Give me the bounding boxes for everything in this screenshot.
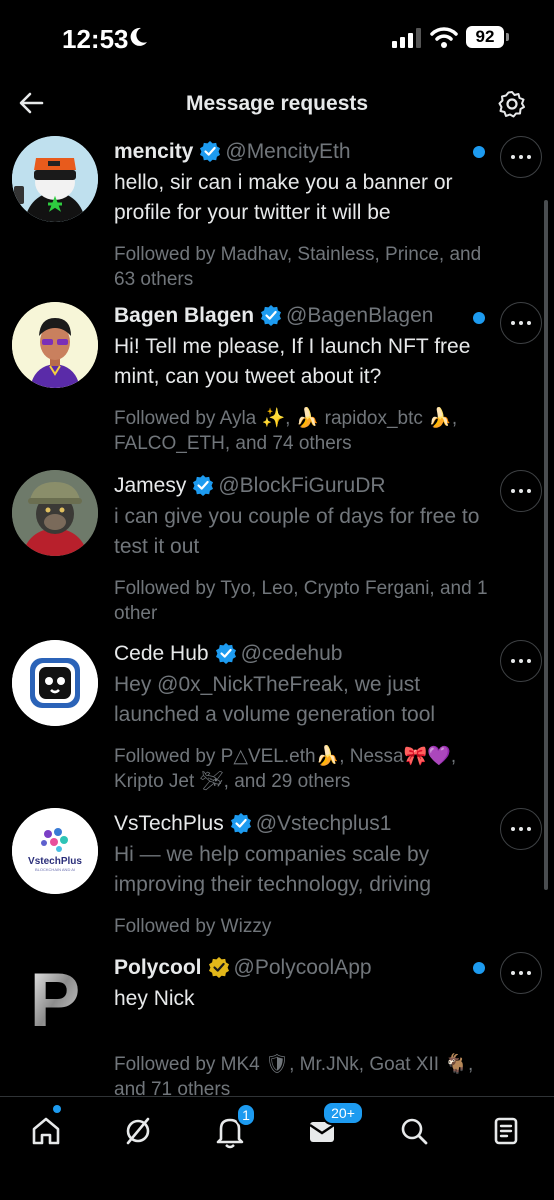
verified-badge-icon (193, 475, 214, 496)
avatar[interactable]: VstechPlus BLOCKCHAIN AND AI (12, 808, 98, 894)
battery-indicator: 92 (466, 26, 509, 48)
more-options-button[interactable] (500, 302, 542, 344)
unread-dot (473, 962, 485, 974)
moon-icon (130, 27, 147, 46)
more-options-button[interactable] (500, 640, 542, 682)
avatar-image (12, 640, 98, 726)
gear-icon[interactable] (498, 90, 526, 118)
unread-dot (473, 146, 485, 158)
message-preview: Hey @0x_NickTheFreak, we just launched a… (114, 673, 436, 726)
display-name: Bagen Blagen (114, 304, 255, 327)
more-options-button[interactable] (500, 470, 542, 512)
display-name: mencity (114, 140, 194, 163)
more-options-button[interactable] (500, 952, 542, 994)
display-name: VsTechPlus (114, 812, 224, 835)
avatar[interactable] (12, 136, 98, 222)
followed-by: Followed by Ayla ✨, 🍌 rapidox_btc 🍌, FAL… (114, 408, 458, 454)
verified-badge-icon (215, 643, 236, 664)
message-request-list: mencity @MencityEth hello, sir can i make… (0, 130, 554, 1096)
user-handle: @PolycoolApp (233, 956, 372, 979)
name-line: VsTechPlus @Vstechplus1 (114, 810, 494, 838)
request-body: Cede Hub @cedehub Hey @0x_NickTheFreak, w… (114, 640, 494, 794)
request-item-vstechplus[interactable]: VstechPlus BLOCKCHAIN AND AI VsTechPlus @… (0, 806, 554, 946)
more-options-button[interactable] (500, 136, 542, 178)
request-item-polycool[interactable]: P Polycool @PolycoolApp hey Nick Followed… (0, 950, 554, 1096)
avatar-brand-text: VstechPlus (28, 856, 82, 867)
followed-by: Followed by MK4 🛡, Mr.JNk, Goat XII 🐐, a… (114, 1054, 474, 1096)
name-line: Bagen Blagen @BagenBlagen (114, 302, 494, 330)
user-handle: @BagenBlagen (286, 304, 434, 327)
avatar-brand-subtext: BLOCKCHAIN AND AI (35, 867, 75, 872)
user-handle: @cedehub (240, 642, 343, 665)
request-body: VsTechPlus @Vstechplus1 Hi — we help comp… (114, 810, 494, 939)
request-item-cede-hub[interactable]: Cede Hub @cedehub Hey @0x_NickTheFreak, w… (0, 636, 554, 800)
more-options-button[interactable] (500, 808, 542, 850)
user-handle: @MencityEth (225, 140, 351, 163)
verified-gold-badge-icon (208, 957, 229, 978)
communities-icon[interactable] (484, 1109, 528, 1153)
request-item-jamesy[interactable]: Jamesy @BlockFiGuruDR i can give you coup… (0, 468, 554, 632)
status-bar: 12:53 92 (0, 0, 554, 78)
notifications-badge: 1 (236, 1103, 256, 1127)
unread-dot (473, 312, 485, 324)
messages-badge: 20+ (322, 1101, 364, 1125)
avatar[interactable] (12, 302, 98, 388)
avatar-letter: P (30, 958, 81, 1038)
avatar[interactable] (12, 470, 98, 556)
bottom-nav: 1 20+ (0, 1096, 554, 1200)
message-preview: hello, sir can i make you a banner or pr… (114, 171, 453, 224)
wifi-icon (430, 27, 458, 48)
home-new-indicator (53, 1105, 61, 1113)
followed-by: Followed by Wizzy (114, 916, 272, 937)
request-body: Polycool @PolycoolApp hey Nick Followed b… (114, 954, 494, 1096)
name-line: Jamesy @BlockFiGuruDR (114, 472, 494, 500)
verified-badge-icon (230, 813, 251, 834)
scrollbar[interactable] (544, 200, 548, 890)
request-body: Bagen Blagen @BagenBlagen Hi! Tell me ple… (114, 302, 494, 456)
request-body: Jamesy @BlockFiGuruDR i can give you coup… (114, 472, 494, 626)
header: Message requests (0, 80, 554, 130)
name-line: Polycool @PolycoolApp (114, 954, 494, 982)
display-name: Cede Hub (114, 642, 209, 665)
display-name: Jamesy (114, 474, 187, 497)
avatar-image (12, 302, 98, 388)
cellular-signal-icon (392, 28, 421, 48)
verified-badge-icon (261, 305, 282, 326)
name-line: Cede Hub @cedehub (114, 640, 494, 668)
request-item-bagen-blagen[interactable]: Bagen Blagen @BagenBlagen Hi! Tell me ple… (0, 298, 554, 464)
followed-by: Followed by P△VEL.eth🍌, Nessa🎀💜, Kripto … (114, 746, 457, 792)
followed-by: Followed by Tyo, Leo, Crypto Fergani, an… (114, 578, 488, 624)
user-handle: @BlockFiGuruDR (218, 474, 386, 497)
request-item-mencity[interactable]: mencity @MencityEth hello, sir can i make… (0, 134, 554, 294)
avatar-image (12, 470, 98, 556)
status-time: 12:53 (62, 24, 129, 54)
verified-badge-icon (200, 141, 221, 162)
search-icon[interactable] (392, 1109, 436, 1153)
avatar[interactable]: P (12, 952, 98, 1038)
home-icon[interactable] (24, 1109, 68, 1153)
name-line: mencity @MencityEth (114, 138, 494, 166)
followed-by: Followed by Madhav, Stainless, Prince, a… (114, 244, 482, 290)
avatar-image: P (12, 952, 98, 1038)
message-preview: i can give you couple of days for free t… (114, 505, 480, 558)
request-body: mencity @MencityEth hello, sir can i make… (114, 138, 494, 292)
avatar[interactable] (12, 640, 98, 726)
user-handle: @Vstechplus1 (255, 812, 392, 835)
avatar-image: VstechPlus BLOCKCHAIN AND AI (12, 808, 98, 894)
page-title: Message requests (185, 92, 369, 115)
display-name: Polycool (114, 956, 202, 979)
avatar-image (12, 136, 98, 222)
message-preview: Hi — we help companies scale by improvin… (114, 843, 432, 896)
message-preview: Hi! Tell me please, If I launch NFT free… (114, 335, 471, 388)
grok-icon[interactable] (116, 1109, 160, 1153)
message-preview: hey Nick (114, 987, 195, 1010)
